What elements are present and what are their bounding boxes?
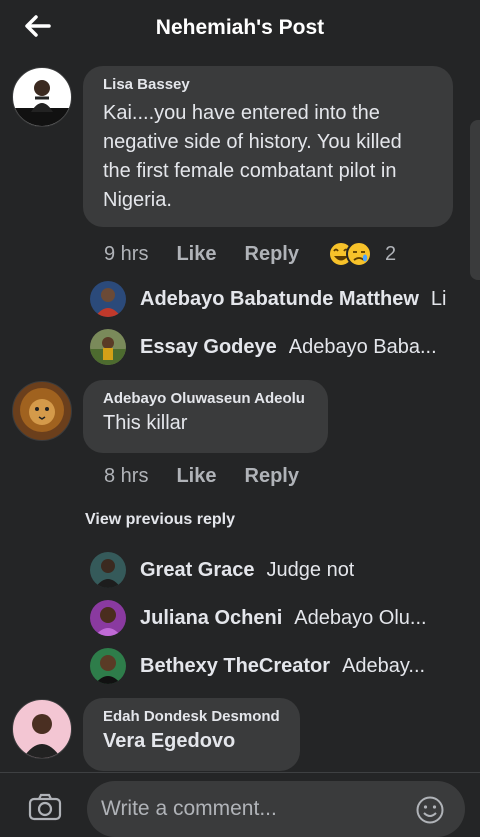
emoji-icon[interactable]: [415, 795, 445, 825]
like-button[interactable]: Like: [176, 465, 216, 488]
comment-author[interactable]: Lisa Bassey: [103, 76, 433, 93]
reply-item[interactable]: Great Grace Judge not: [90, 551, 450, 589]
reply-author[interactable]: Bethexy TheCreator: [140, 655, 330, 678]
avatar[interactable]: [90, 329, 126, 365]
avatar[interactable]: [90, 600, 126, 636]
reply-author[interactable]: Essay Godeye: [140, 336, 277, 359]
reply-text: Adebay...: [342, 654, 426, 677]
comment-composer: Write a comment...: [0, 772, 480, 837]
avatar[interactable]: [90, 281, 126, 317]
reply-item[interactable]: Juliana Ocheni Adebayo Olu...: [90, 599, 450, 637]
reply-button[interactable]: Reply: [245, 243, 299, 266]
comment-author[interactable]: Edah Dondesk Desmond: [103, 708, 280, 725]
reply-button[interactable]: Reply: [245, 465, 299, 488]
comment-placeholder: Write a comment...: [101, 797, 277, 820]
avatar[interactable]: [12, 67, 72, 127]
avatar[interactable]: [12, 699, 72, 759]
comment-author[interactable]: Adebayo Oluwaseun Adeolu: [103, 390, 308, 407]
page-title: Nehemiah's Post: [155, 16, 325, 39]
comment-text: This killar: [103, 412, 188, 434]
scrollbar[interactable]: [470, 120, 480, 280]
comment-actions: 8 hrs Like Reply: [104, 465, 327, 488]
comment-time: 8 hrs: [104, 465, 149, 487]
comment-bubble[interactable]: Edah Dondesk Desmond Vera Egedovo: [83, 698, 300, 771]
reactions-icon[interactable]: [327, 239, 375, 269]
reply-text: Adebayo Olu...: [294, 606, 427, 629]
view-previous-reply-link[interactable]: View previous reply: [85, 511, 235, 529]
avatar[interactable]: [12, 381, 72, 441]
reply-author[interactable]: Adebayo Babatunde Matthew: [140, 288, 419, 311]
camera-icon[interactable]: [28, 793, 64, 823]
reply-author[interactable]: Great Grace: [140, 559, 255, 582]
comment-actions: 9 hrs Like Reply 2: [104, 239, 396, 269]
comment-bubble[interactable]: Lisa Bassey Kai....you have entered into…: [83, 66, 453, 227]
reply-item[interactable]: Bethexy TheCreator Adebay...: [90, 647, 450, 685]
comment-bubble[interactable]: Adebayo Oluwaseun Adeolu This killar: [83, 380, 328, 453]
avatar[interactable]: [90, 552, 126, 588]
reply-author[interactable]: Juliana Ocheni: [140, 607, 282, 630]
reaction-count: 2: [384, 242, 397, 265]
comment-text: Vera Egedovo: [103, 730, 236, 752]
reply-item[interactable]: Essay Godeye Adebayo Baba...: [90, 328, 450, 366]
comment-time: 9 hrs: [104, 242, 149, 265]
avatar[interactable]: [90, 648, 126, 684]
reply-text: Adebayo Baba...: [288, 335, 437, 358]
top-bar: Nehemiah's Post: [0, 0, 480, 56]
reply-text: Li: [430, 287, 447, 310]
comment-input[interactable]: Write a comment...: [87, 781, 465, 837]
comment-text: Kai....you have entered into the negativ…: [103, 102, 402, 211]
reply-text: Judge not: [266, 558, 355, 581]
like-button[interactable]: Like: [176, 243, 216, 266]
reply-item[interactable]: Adebayo Babatunde Matthew Li: [90, 280, 450, 318]
